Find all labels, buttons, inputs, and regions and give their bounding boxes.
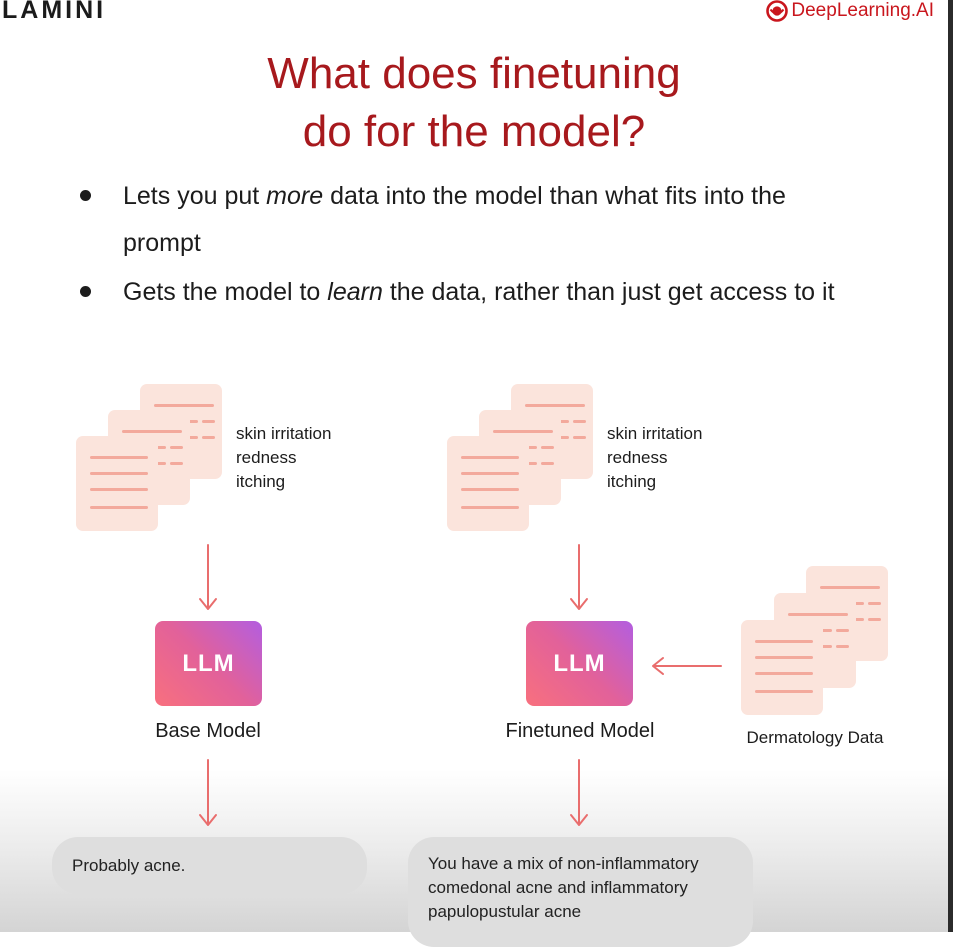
slide: LAMINI DeepLearning.AI What does finetun…	[0, 0, 948, 947]
arrow-left-icon	[652, 657, 722, 675]
arrow-down-icon	[199, 544, 217, 610]
diagram-arrows	[199, 544, 722, 826]
base-output-bubble: Probably acne.	[52, 837, 367, 894]
window-edge	[948, 0, 953, 932]
finetuned-output-bubble: You have a mix of non-inflammatory comed…	[408, 837, 753, 947]
arrow-down-icon	[199, 759, 217, 826]
base-output-text: Probably acne.	[72, 856, 186, 875]
arrow-down-icon	[570, 544, 588, 610]
finetuned-output-text: You have a mix of non-inflammatory comed…	[428, 854, 699, 921]
arrow-down-icon	[570, 759, 588, 826]
